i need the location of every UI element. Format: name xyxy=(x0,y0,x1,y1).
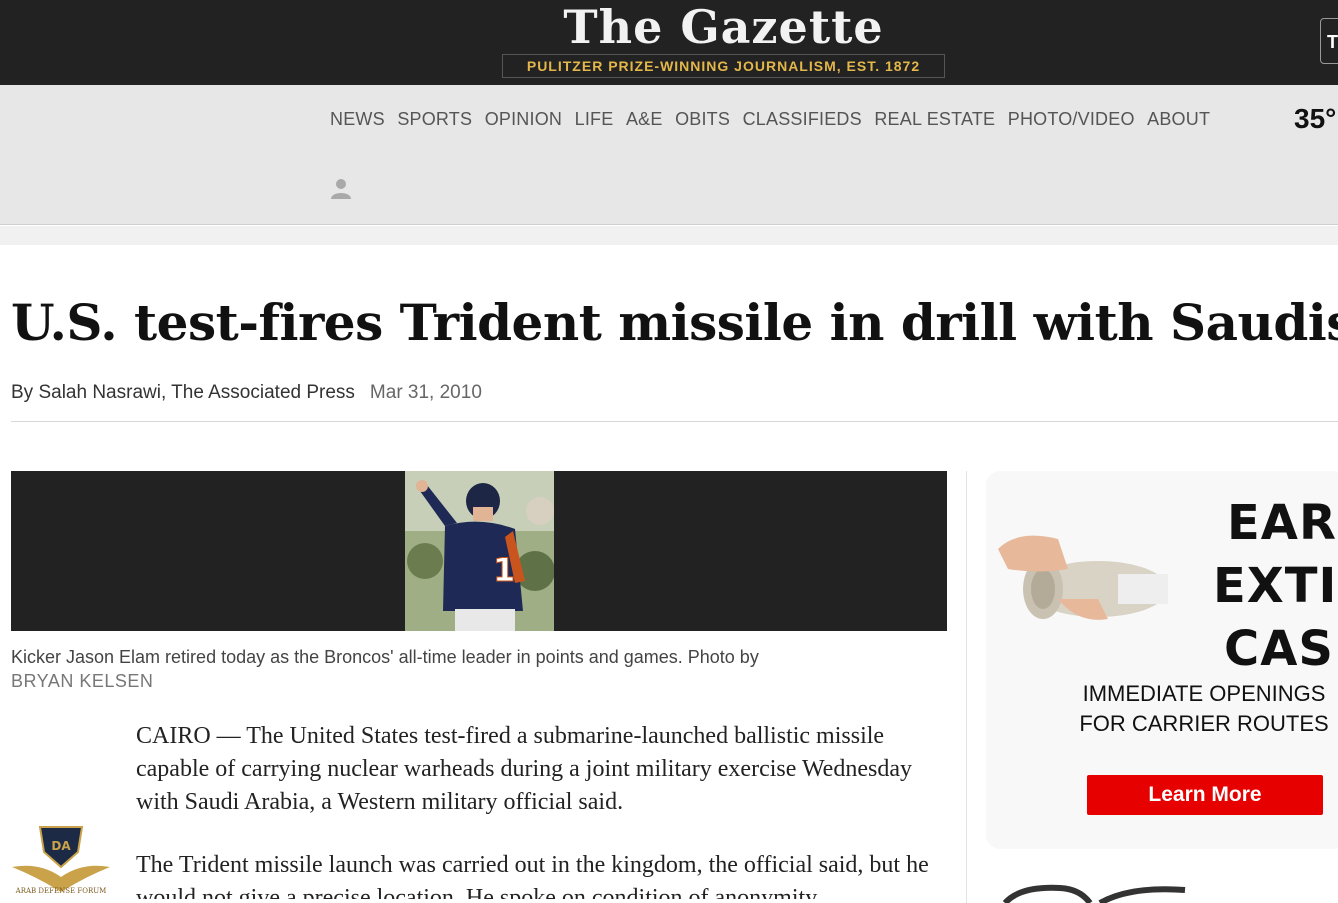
second-ad-partial[interactable] xyxy=(1000,884,1200,903)
topbar-corner-button[interactable]: T xyxy=(1320,18,1338,64)
weather-temperature[interactable]: 35° xyxy=(1294,103,1336,135)
masthead-tagline: PULITZER PRIZE-WINNING JOURNALISM, EST. … xyxy=(502,54,945,78)
sub-bar xyxy=(0,226,1338,245)
nav-item-obits[interactable]: OBITS xyxy=(675,109,730,130)
watermark-badge: DA xyxy=(51,839,71,853)
nav-item-real-estate[interactable]: REAL ESTATE xyxy=(874,109,995,130)
gazette-logo[interactable]: The Gazette xyxy=(502,2,945,52)
nav-item-news[interactable]: NEWS xyxy=(330,109,385,130)
advertisement[interactable]: EAR EXTI CAS IMMEDIATE OPENINGS FOR CARR… xyxy=(986,471,1338,849)
divider xyxy=(11,421,1338,422)
ad-headline-line2: EXTI xyxy=(1213,558,1338,614)
nav-item-ae[interactable]: A&E xyxy=(626,109,663,130)
publish-date: Mar 31, 2010 xyxy=(369,382,482,403)
nav-item-classifieds[interactable]: CLASSIFIEDS xyxy=(743,109,862,130)
nav-item-sports[interactable]: SPORTS xyxy=(397,109,472,130)
byline-author[interactable]: By Salah Nasrawi, The Associated Press xyxy=(11,382,355,403)
article-photo[interactable]: 1 xyxy=(405,471,554,631)
main-navigation: NEWS SPORTS OPINION LIFE A&E OBITS CLASS… xyxy=(0,85,1338,225)
nav-item-opinion[interactable]: OPINION xyxy=(485,109,562,130)
learn-more-button[interactable]: Learn More xyxy=(1087,775,1323,815)
byline: By Salah Nasrawi, The Associated Press Ma… xyxy=(11,382,482,404)
article-paragraph: CAIRO — The United States test-fired a s… xyxy=(136,723,912,815)
top-bar: The Gazette PULITZER PRIZE-WINNING JOURN… xyxy=(0,0,1338,85)
rolled-newspaper-hand-image xyxy=(998,535,1168,620)
nav-item-life[interactable]: LIFE xyxy=(575,109,614,130)
column-divider xyxy=(966,471,967,903)
photo-container[interactable]: 1 xyxy=(11,471,947,631)
nav-items: NEWS SPORTS OPINION LIFE A&E OBITS CLASS… xyxy=(330,109,1223,130)
ad-headline-line1: EAR xyxy=(1227,495,1337,551)
nav-item-photo-video[interactable]: PHOTO/VIDEO xyxy=(1008,109,1135,130)
article-paragraph: The Trident missile launch was carried o… xyxy=(136,852,929,903)
user-icon[interactable] xyxy=(330,177,352,199)
photo-caption: Kicker Jason Elam retired today as the B… xyxy=(11,645,941,693)
watermark-text: ARAB DEFENSE FORUM xyxy=(15,887,107,895)
football-player-image: 1 xyxy=(405,471,554,631)
ad-subtext: IMMEDIATE OPENINGS FOR CARRIER ROUTES xyxy=(1079,681,1329,736)
nav-item-about[interactable]: ABOUT xyxy=(1147,109,1210,130)
photo-credit: BRYAN KELSEN xyxy=(11,671,154,691)
article-headline: U.S. test-fires Trident missile in drill… xyxy=(11,293,1338,352)
masthead[interactable]: The Gazette PULITZER PRIZE-WINNING JOURN… xyxy=(502,0,945,80)
ad-headline-line3: CAS xyxy=(1224,621,1334,677)
svg-text:1: 1 xyxy=(493,551,515,589)
caption-text: Kicker Jason Elam retired today as the B… xyxy=(11,647,759,667)
